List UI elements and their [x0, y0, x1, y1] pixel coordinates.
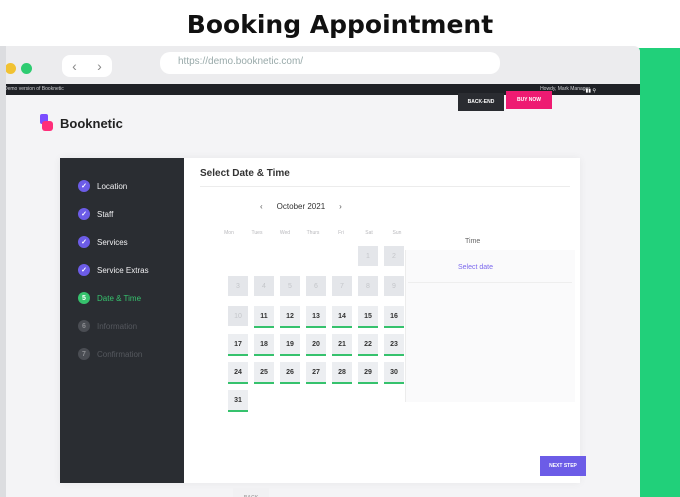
calendar-day[interactable]: 18 [254, 334, 274, 356]
step-label: Location [97, 181, 128, 191]
divider [408, 282, 572, 283]
next-step-button[interactable]: NEXT STEP [540, 456, 586, 476]
calendar-day: 7 [332, 276, 352, 296]
check-icon: ✓ [78, 180, 90, 192]
step-information: 6 Information [78, 320, 137, 332]
step-location[interactable]: ✓ Location [78, 180, 127, 192]
calendar-day[interactable]: 26 [280, 362, 300, 384]
step-label: Information [97, 321, 138, 331]
calendar-day: 9 [384, 276, 404, 296]
step-label: Service Extras [97, 265, 149, 275]
calendar-day[interactable]: 17 [228, 334, 248, 356]
step-label: Services [97, 237, 128, 247]
calendar-day: 10 [228, 306, 248, 326]
calendar-day: 4 [254, 276, 274, 296]
calendar-day: 3 [228, 276, 248, 296]
demo-notice: Demo version of Booknetic [4, 86, 64, 92]
window-maximize-dot[interactable] [21, 63, 32, 74]
buy-now-button[interactable]: BUY NOW [506, 91, 552, 109]
step-service-extras[interactable]: ✓ Service Extras [78, 264, 149, 276]
calendar-day[interactable]: 13 [306, 306, 326, 328]
calendar-day: 2 [384, 246, 404, 266]
browser-chrome: ‹ › https://demo.booknetic.com/ ↻ [0, 46, 640, 84]
calendar-day[interactable]: 16 [384, 306, 404, 328]
calendar-day[interactable]: 28 [332, 362, 352, 384]
time-header: Time [465, 238, 481, 245]
calendar-grid: 1 2 3 4 5 6 7 8 9 10 11 12 13 14 15 16 1… [220, 158, 410, 458]
check-icon: ✓ [78, 264, 90, 276]
backend-button[interactable]: BACK-END [458, 93, 504, 111]
step-services[interactable]: ✓ Services [78, 236, 128, 248]
browser-window: ‹ › https://demo.booknetic.com/ ↻ Demo v… [0, 46, 640, 497]
check-icon: ✓ [78, 208, 90, 220]
calendar-day[interactable]: 20 [306, 334, 326, 356]
calendar-day: 5 [280, 276, 300, 296]
step-label: Confirmation [97, 349, 143, 359]
select-date-message: Select date [458, 264, 494, 271]
calendar-day: 6 [306, 276, 326, 296]
calendar-day[interactable]: 31 [228, 390, 248, 412]
back-button[interactable]: BACK [233, 488, 269, 497]
url-bar[interactable]: https://demo.booknetic.com/ ↻ [160, 52, 500, 74]
step-date-time[interactable]: 5 Date & Time [78, 292, 141, 304]
search-icon[interactable]: ▮▮ ⚲ [585, 86, 596, 97]
calendar-day[interactable]: 27 [306, 362, 326, 384]
steps-sidebar: ✓ Location ✓ Staff ✓ Services ✓ Service … [60, 158, 184, 483]
step-number: 6 [78, 320, 90, 332]
calendar-day[interactable]: 21 [332, 334, 352, 356]
calendar-day[interactable]: 19 [280, 334, 300, 356]
calendar-day[interactable]: 25 [254, 362, 274, 384]
calendar-day[interactable]: 22 [358, 334, 378, 356]
forward-arrow-icon[interactable]: › [97, 58, 102, 74]
browser-nav-buttons: ‹ › [62, 55, 112, 77]
step-label: Date & Time [97, 293, 142, 303]
window-minimize-dot[interactable] [5, 63, 16, 74]
calendar-day[interactable]: 11 [254, 306, 274, 328]
time-panel [405, 250, 575, 402]
url-text: https://demo.booknetic.com/ [178, 56, 304, 67]
calendar-day: 1 [358, 246, 378, 266]
step-number: 5 [78, 292, 90, 304]
step-staff[interactable]: ✓ Staff [78, 208, 113, 220]
calendar-day[interactable]: 30 [384, 362, 404, 384]
calendar-day[interactable]: 24 [228, 362, 248, 384]
booking-panel: ✓ Location ✓ Staff ✓ Services ✓ Service … [60, 158, 586, 497]
device-frame-edge [0, 46, 6, 497]
calendar-day[interactable]: 15 [358, 306, 378, 328]
calendar-day: 8 [358, 276, 378, 296]
brand-logo[interactable]: Booknetic [40, 114, 123, 132]
calendar-day[interactable]: 14 [332, 306, 352, 328]
booknetic-logo-icon [40, 114, 54, 132]
step-confirmation: 7 Confirmation [78, 348, 142, 360]
calendar-day[interactable]: 23 [384, 334, 404, 356]
step-number: 7 [78, 348, 90, 360]
step-label: Staff [97, 209, 114, 219]
brand-name: Booknetic [60, 115, 123, 131]
back-arrow-icon[interactable]: ‹ [72, 58, 77, 74]
calendar-day[interactable]: 12 [280, 306, 300, 328]
calendar-day[interactable]: 29 [358, 362, 378, 384]
page-title: Booking Appointment [186, 10, 494, 39]
check-icon: ✓ [78, 236, 90, 248]
